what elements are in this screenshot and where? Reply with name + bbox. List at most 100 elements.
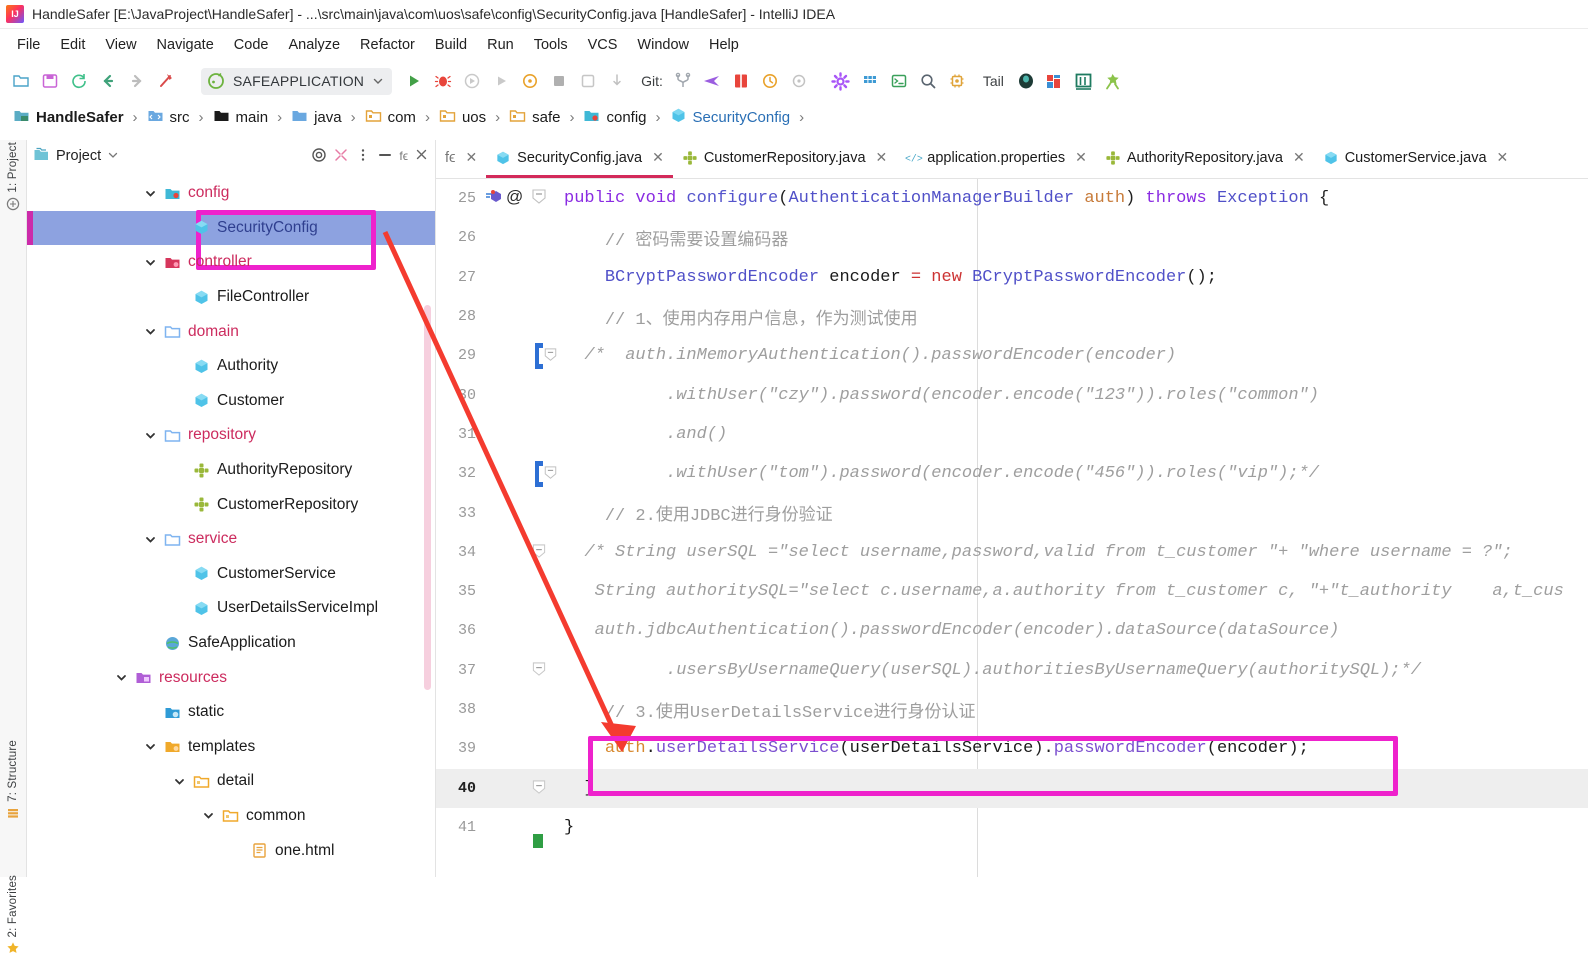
tree-node[interactable]: config [27, 176, 435, 211]
chevron-down-icon[interactable] [173, 775, 186, 788]
override-method-icon[interactable] [484, 188, 502, 209]
tree-node[interactable]: FileController [27, 280, 435, 315]
code-line[interactable]: 32 .withUser("tom").password(encoder.enc… [436, 454, 1588, 493]
code-line[interactable]: 31 .and() [436, 415, 1588, 454]
close-icon[interactable] [414, 147, 429, 165]
tree-node[interactable]: Authority [27, 349, 435, 384]
editor-gutter[interactable] [476, 769, 546, 808]
tree-node[interactable]: repository [27, 418, 435, 453]
code-line[interactable]: 34 /* String userSQL ="select username,p… [436, 533, 1588, 572]
database-icon[interactable] [1013, 68, 1039, 94]
editor-gutter[interactable] [476, 297, 542, 336]
code-line[interactable]: 41} [436, 808, 1588, 847]
breadcrumb-item-com[interactable]: com [362, 106, 419, 128]
editor-gutter[interactable] [476, 218, 542, 257]
hide-icon[interactable] [377, 147, 393, 166]
editor-gutter[interactable] [476, 572, 542, 611]
menu-item-tools[interactable]: Tools [525, 33, 577, 57]
breadcrumb-item-src[interactable]: src [144, 106, 193, 128]
menu-item-run[interactable]: Run [478, 33, 523, 57]
chevron-down-icon[interactable] [144, 187, 157, 200]
target-locate-icon[interactable] [311, 147, 327, 166]
menu-item-vcs[interactable]: VCS [579, 33, 627, 57]
editor-gutter[interactable] [476, 690, 542, 729]
editor-tab-application-properties[interactable]: </> application.properties ✕ [896, 140, 1096, 178]
menu-item-refactor[interactable]: Refactor [351, 33, 424, 57]
menu-item-view[interactable]: View [96, 33, 145, 57]
close-icon[interactable]: ✕ [1497, 149, 1509, 166]
tree-node[interactable]: common [27, 799, 435, 834]
menu-item-code[interactable]: Code [225, 33, 278, 57]
struct-icon[interactable] [1071, 68, 1097, 94]
fold-collapse-icon[interactable] [544, 466, 557, 483]
sidebar-item-project[interactable]: 1: Project [0, 142, 26, 211]
editor-gutter[interactable] [476, 258, 542, 297]
sidebar-item-favorites[interactable]: 2: Favorites [0, 875, 26, 955]
sync-refresh-icon[interactable] [66, 68, 92, 94]
editor-tab-authorityrepository-java[interactable]: AuthorityRepository.java ✕ [1096, 140, 1314, 178]
tree-node[interactable]: controller [27, 245, 435, 280]
breadcrumb-item-config[interactable]: config [580, 106, 649, 128]
code-line[interactable]: 40 } [436, 768, 1588, 808]
code-line[interactable]: 28 // 1、使用内存用户信息，作为测试使用 [436, 297, 1588, 336]
close-icon[interactable]: ✕ [1293, 149, 1305, 166]
code-line[interactable]: 36 auth.jdbcAuthentication().passwordEnc… [436, 611, 1588, 650]
breadcrumb-item-uos[interactable]: uos [436, 106, 489, 128]
menu-item-window[interactable]: Window [628, 33, 698, 57]
close-icon[interactable]: ✕ [652, 149, 664, 166]
editor-tab-truncated[interactable]: fϵ ✕ [436, 140, 486, 178]
code-editor[interactable]: 25 @ public void configure(AuthenticationM… [436, 179, 1588, 877]
breadcrumb-item-safe[interactable]: safe [506, 106, 563, 128]
tree-node[interactable]: templates [27, 730, 435, 765]
code-line[interactable]: 35 String authoritySQL="select c.usernam… [436, 572, 1588, 611]
git-branch-icon[interactable] [670, 68, 696, 94]
chevron-down-icon[interactable] [144, 256, 157, 269]
code-line[interactable]: 33 // 2.使用JDBC进行身份验证 [436, 493, 1588, 532]
chevron-down-icon[interactable] [107, 149, 119, 164]
maven-icon[interactable] [1042, 68, 1068, 94]
tree-node[interactable]: CustomerService [27, 557, 435, 592]
code-line[interactable]: 25 @ public void configure(AuthenticationM… [436, 179, 1588, 218]
editor-gutter[interactable] [476, 415, 542, 454]
menu-item-navigate[interactable]: Navigate [148, 33, 223, 57]
breadcrumb-item-securityconfig[interactable]: SecurityConfig [667, 106, 794, 128]
code-line[interactable]: 38 // 3.使用UserDetailsService进行身份认证 [436, 690, 1588, 729]
tree-node[interactable]: static [27, 695, 435, 730]
plugin-icon[interactable] [1100, 68, 1126, 94]
breadcrumb-item-handlesafer[interactable]: HandleSafer [10, 106, 127, 128]
tree-node[interactable]: service [27, 522, 435, 557]
chevron-down-icon[interactable] [144, 429, 157, 442]
open-folder-icon[interactable] [8, 68, 34, 94]
editor-gutter[interactable] [476, 336, 557, 375]
run-button[interactable] [401, 68, 427, 94]
back-arrow-icon[interactable] [95, 68, 121, 94]
tree-node[interactable]: detail [27, 764, 435, 799]
build-hammer-icon[interactable] [153, 68, 179, 94]
code-line[interactable]: 37 .usersByUsernameQuery(userSQL).author… [436, 651, 1588, 690]
close-icon[interactable]: ✕ [465, 149, 477, 166]
menu-item-help[interactable]: Help [700, 33, 748, 57]
git-history-icon[interactable] [757, 68, 783, 94]
close-icon[interactable]: ✕ [1075, 149, 1087, 166]
build-chip-icon[interactable] [944, 68, 970, 94]
debug-button[interactable] [430, 68, 456, 94]
editor-gutter[interactable] [476, 729, 542, 768]
chevron-down-icon[interactable] [202, 809, 215, 822]
tree-node-selected[interactable]: SecurityConfig [27, 211, 435, 246]
tree-node[interactable]: one.html [27, 833, 435, 868]
run-configuration-selector[interactable]: SAFEAPPLICATION [201, 67, 393, 95]
git-push-icon[interactable] [699, 68, 725, 94]
editor-gutter[interactable] [476, 651, 546, 690]
fold-collapse-icon[interactable] [532, 662, 546, 680]
menu-item-edit[interactable]: Edit [51, 33, 94, 57]
terminal-icon[interactable] [886, 68, 912, 94]
profiler-icon[interactable] [517, 68, 543, 94]
editor-gutter[interactable] [476, 611, 542, 650]
breadcrumb-item-java[interactable]: java [288, 106, 345, 128]
tree-node[interactable]: CustomerRepository [27, 487, 435, 522]
menu-item-file[interactable]: File [8, 33, 49, 57]
chevron-down-icon[interactable] [144, 533, 157, 546]
chevron-down-icon[interactable] [115, 671, 128, 684]
fold-collapse-icon[interactable] [532, 189, 546, 208]
editor-gutter[interactable] [476, 454, 557, 493]
